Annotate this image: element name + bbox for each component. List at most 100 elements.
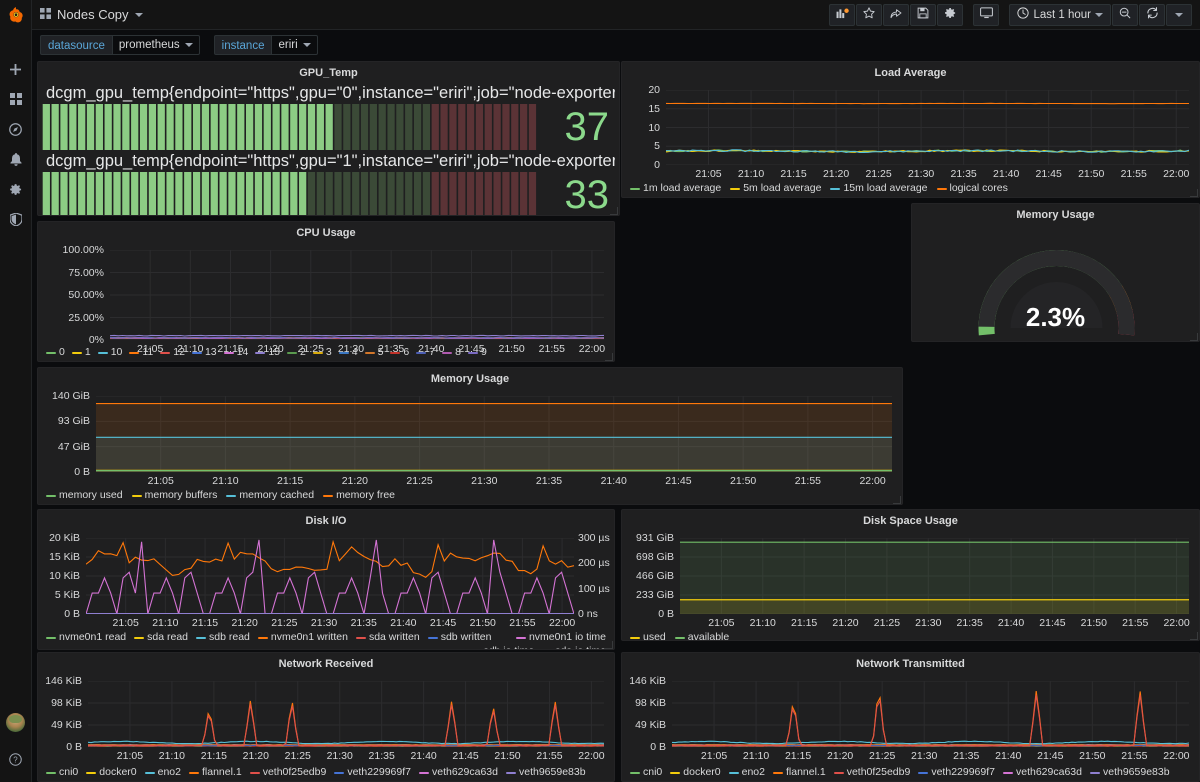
legend-item[interactable]: 5m load average [730, 182, 821, 195]
legend-item[interactable]: 2 [287, 346, 306, 359]
legend-item[interactable]: sda read [134, 631, 188, 644]
sidebar-item-help[interactable]: ? [0, 744, 32, 774]
legend-item[interactable]: 7 [416, 346, 435, 359]
legend-item[interactable]: docker0 [86, 766, 137, 779]
panel-resize-handle[interactable] [610, 207, 618, 215]
legend-item[interactable]: 9 [467, 346, 487, 359]
bar-gauge-row[interactable]: dcgm_gpu_temp{endpoint="https",gpu="1",i… [42, 150, 615, 215]
panel-resize-handle[interactable] [1190, 632, 1198, 640]
plot-area[interactable] [96, 396, 892, 472]
cycle-view-mode-button[interactable] [973, 3, 1000, 26]
legend-item[interactable]: 6 [390, 346, 409, 359]
sidebar-item-dashboards[interactable] [0, 84, 32, 114]
legend-item[interactable]: sdb read [196, 631, 250, 644]
legend-item[interactable]: flannel.1 [772, 766, 826, 779]
legend-item[interactable]: sda written [355, 631, 420, 644]
panel-title[interactable]: Memory Usage [38, 368, 902, 388]
x-axis-tick: 21:05 [112, 617, 139, 629]
sidebar-item-explore[interactable] [0, 114, 32, 144]
legend-item[interactable]: veth629ca63d [1003, 766, 1082, 779]
legend-item[interactable]: 10 [97, 346, 122, 359]
refresh-interval-picker[interactable] [1166, 3, 1192, 26]
legend-item[interactable]: sdb io time [470, 645, 534, 649]
add-panel-button[interactable] [829, 3, 856, 26]
legend-item[interactable]: memory used [46, 489, 123, 502]
legend-item[interactable]: 11 [129, 346, 153, 359]
plot-area[interactable] [672, 681, 1189, 747]
bar-gauge-row[interactable]: dcgm_gpu_temp{endpoint="https",gpu="0",i… [42, 82, 615, 150]
share-dashboard-button[interactable] [883, 3, 910, 26]
legend-item[interactable]: veth229969f7 [334, 766, 411, 779]
panel-title[interactable]: Network Transmitted [622, 653, 1199, 673]
sidebar-item-alerting[interactable] [0, 144, 32, 174]
legend-item[interactable]: veth229969f7 [918, 766, 995, 779]
legend-item[interactable]: nvme0n1 written [257, 631, 348, 644]
sidebar-item-configuration[interactable] [0, 174, 32, 204]
legend-item[interactable]: 0 [46, 346, 65, 359]
plot-area[interactable] [680, 538, 1189, 614]
avatar[interactable] [6, 713, 25, 732]
grafana-logo-icon[interactable] [0, 0, 32, 30]
panel-resize-handle[interactable] [605, 353, 613, 361]
plot-area[interactable] [88, 681, 604, 747]
legend-item[interactable]: docker0 [670, 766, 721, 779]
legend-item[interactable]: flannel.1 [188, 766, 242, 779]
panel-resize-handle[interactable] [1190, 189, 1198, 197]
legend-item[interactable]: cni0 [46, 766, 78, 779]
plot-area[interactable] [666, 90, 1189, 165]
legend-item[interactable]: 14 [223, 346, 248, 359]
panel-resize-handle[interactable] [893, 496, 901, 504]
legend-item[interactable]: veth9659e83b [1089, 766, 1170, 779]
panel-title[interactable]: Load Average [622, 62, 1199, 82]
legend-item[interactable]: memory free [323, 489, 395, 502]
variable-value-dropdown[interactable]: prometheus [111, 35, 200, 55]
legend-item[interactable]: 13 [191, 346, 217, 359]
legend-item[interactable]: logical cores [936, 182, 1008, 195]
legend-item[interactable]: 12 [160, 346, 185, 359]
panel-title[interactable]: Disk Space Usage [622, 510, 1199, 530]
legend-item[interactable]: 1 [71, 346, 91, 359]
legend-item[interactable]: used [630, 631, 666, 640]
panel-title[interactable]: Network Received [38, 653, 614, 673]
legend-item[interactable]: veth9659e83b [505, 766, 586, 779]
legend-item[interactable]: nvme0n1 read [46, 631, 126, 644]
variable-value-dropdown[interactable]: eriri [271, 35, 318, 55]
legend-item[interactable]: 15m load average [830, 182, 928, 195]
legend-item[interactable]: eno2 [728, 766, 765, 779]
mark-favorite-button[interactable] [856, 3, 883, 26]
legend-item[interactable]: memory cached [226, 489, 314, 502]
dashboard-title-picker[interactable]: Nodes Copy [32, 6, 143, 24]
legend-item[interactable]: cni0 [630, 766, 662, 779]
legend-item[interactable]: memory buffers [131, 489, 217, 502]
panel-resize-handle[interactable] [605, 641, 613, 649]
panel-title[interactable]: Memory Usage [912, 204, 1199, 224]
legend-item[interactable]: available [674, 631, 729, 640]
legend-item[interactable]: 1m load average [630, 182, 721, 195]
legend-item[interactable]: eno2 [144, 766, 181, 779]
panel-resize-handle[interactable] [1190, 333, 1198, 341]
legend-item[interactable]: sda io time [542, 645, 606, 649]
legend-item[interactable]: 15 [255, 346, 280, 359]
save-dashboard-button[interactable] [910, 3, 937, 26]
legend-item[interactable]: 5 [364, 346, 383, 359]
sidebar-item-server-admin[interactable] [0, 204, 32, 234]
legend-item[interactable]: veth629ca63d [419, 766, 498, 779]
legend-item[interactable]: 4 [338, 346, 358, 359]
legend-item[interactable]: nvme0n1 io time [515, 631, 606, 644]
legend-item[interactable]: veth0f25edb9 [249, 766, 326, 779]
legend-color-swatch [131, 494, 142, 497]
panel-title[interactable]: GPU_Temp [38, 62, 619, 82]
legend-item[interactable]: 8 [442, 346, 461, 359]
zoom-out-time-button[interactable] [1112, 3, 1138, 26]
sidebar-item-create[interactable] [0, 54, 32, 84]
dashboard-settings-button[interactable] [937, 3, 964, 26]
plot-area[interactable] [86, 538, 574, 614]
plot-area[interactable] [110, 250, 604, 340]
refresh-dashboard-button[interactable] [1139, 3, 1165, 26]
legend-item[interactable]: 3 [312, 346, 332, 359]
time-range-picker[interactable]: Last 1 hour [1009, 3, 1111, 26]
legend-item[interactable]: sdb written [427, 631, 492, 644]
panel-title[interactable]: Disk I/O [38, 510, 614, 530]
panel-title[interactable]: CPU Usage [38, 222, 614, 242]
legend-item[interactable]: veth0f25edb9 [833, 766, 910, 779]
